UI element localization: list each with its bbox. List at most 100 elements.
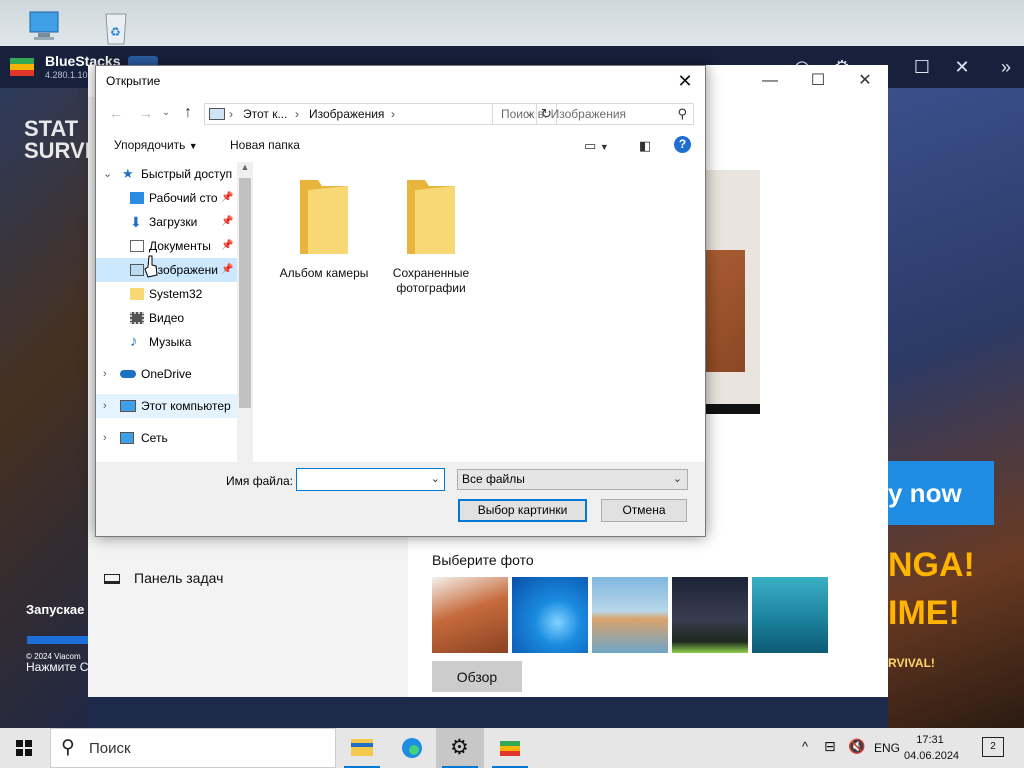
cloud-icon [120, 370, 136, 378]
collapse-chevron-icon[interactable]: › [103, 426, 107, 450]
play-now-button[interactable]: y now [880, 461, 994, 525]
pictures-icon [130, 264, 144, 276]
navigation-pane: ⌄ ★ Быстрый доступ Рабочий сто 📌 ⬇ Загру… [96, 162, 253, 462]
desktop: ♻ [0, 0, 1024, 46]
tree-item-music[interactable]: ♪ Музыка [96, 330, 237, 354]
network-icon[interactable]: ⊟ [824, 738, 836, 768]
open-file-dialog: Открытие ✕ ← → ⌄ ↑ › Этот к... › Изображ… [95, 65, 706, 537]
document-icon [130, 240, 144, 252]
search-box[interactable]: Поиск в: Изображения ⚲ [492, 103, 694, 125]
dialog-title: Открытие [106, 74, 161, 88]
computer-icon [120, 400, 136, 412]
pin-icon: 📌 [221, 240, 234, 251]
search-icon: ⚲ [61, 737, 75, 758]
tree-item-documents[interactable]: Документы 📌 [96, 234, 237, 258]
bluestacks-taskbar-icon[interactable] [486, 728, 534, 768]
ad-text-3: RVIVAL! [888, 656, 935, 670]
forward-arrow-icon[interactable]: → [136, 102, 156, 124]
network-icon [120, 432, 134, 444]
tree-item-network[interactable]: › Сеть [96, 426, 237, 450]
file-list: Альбом камеры Сохраненные фотографии [254, 162, 705, 462]
folder-camera-roll[interactable]: Альбом камеры [274, 178, 374, 281]
organize-button[interactable]: Упорядочить ▼ [114, 138, 198, 152]
photo-thumbnail-underwater[interactable] [752, 577, 828, 653]
svg-text:♻: ♻ [110, 25, 121, 39]
file-type-select[interactable]: Все файлы ⌄ [457, 469, 688, 490]
taskbar-search-box[interactable]: ⚲ Поиск [50, 728, 336, 768]
collapse-chevron-icon[interactable]: › [103, 394, 107, 418]
scrollbar-thumb[interactable] [239, 178, 251, 408]
dialog-footer: Имя файла: ⌄ Все файлы ⌄ Выбор картинки … [96, 462, 705, 536]
scroll-up-icon[interactable]: ▲ [237, 162, 253, 176]
folder-icon [403, 178, 459, 256]
tree-item-videos[interactable]: Видео [96, 306, 237, 330]
tree-item-system32[interactable]: System32 [96, 282, 237, 306]
preview-pane-icon[interactable]: ◧ [639, 138, 651, 154]
photo-thumbnail-beach[interactable] [592, 577, 668, 653]
cancel-button[interactable]: Отмена [601, 499, 687, 522]
star-icon: ★ [122, 166, 134, 181]
clock[interactable]: 17:31 04.06.2024 [904, 732, 959, 764]
history-chevron-icon[interactable]: ⌄ [156, 102, 176, 124]
expand-chevron-icon[interactable]: ⌄ [103, 162, 112, 186]
browse-button[interactable]: Обзор [432, 661, 522, 692]
breadcrumb-this-pc[interactable]: Этот к... [243, 107, 287, 121]
windows-taskbar: ⚲ Поиск ⚙ ^ ⊟ 🔇 ENG 17:31 04.06.2024 2 [0, 728, 1024, 768]
press-to-start-text: Нажмите С [26, 660, 89, 674]
photo-thumbnail-brick[interactable] [432, 577, 508, 653]
nav-item-taskbar[interactable]: Панель задач [104, 570, 223, 586]
folder-icon [296, 178, 352, 256]
tree-item-desktop[interactable]: Рабочий сто 📌 [96, 186, 237, 210]
settings-minimize-icon[interactable]: — [758, 71, 782, 91]
this-pc-desktop-icon[interactable] [24, 8, 64, 46]
filename-input[interactable]: ⌄ [296, 468, 445, 491]
language-indicator[interactable]: ENG [874, 741, 900, 768]
film-icon [130, 312, 144, 324]
settings-close-icon[interactable]: ✕ [853, 71, 877, 91]
pin-icon: 📌 [221, 264, 234, 275]
new-folder-button[interactable]: Новая папка [230, 138, 300, 152]
tree-item-quick-access[interactable]: ⌄ ★ Быстрый доступ [96, 162, 237, 186]
dialog-close-icon[interactable]: ✕ [671, 68, 699, 94]
photo-thumbnail-windows[interactable] [512, 577, 588, 653]
desktop-icon [130, 192, 144, 204]
filename-dropdown-icon[interactable]: ⌄ [431, 472, 440, 485]
dialog-toolbar: Упорядочить ▼ Новая папка ▭ ▼ ◧ ? [96, 130, 705, 160]
breadcrumb-pictures[interactable]: Изображения [309, 107, 384, 121]
folder-saved-pictures[interactable]: Сохраненные фотографии [381, 178, 481, 296]
tree-item-pictures[interactable]: Изображени 📌 [96, 258, 237, 282]
recycle-bin-desktop-icon[interactable]: ♻ [96, 8, 136, 46]
ad-text-2: IME! [888, 594, 960, 632]
back-arrow-icon[interactable]: ← [106, 102, 126, 124]
show-hidden-icons-icon[interactable]: ^ [802, 739, 808, 768]
game-artwork-left [0, 88, 90, 728]
collapse-chevron-icon[interactable]: › [103, 362, 107, 386]
settings-taskbar-icon[interactable]: ⚙ [436, 728, 484, 768]
help-icon[interactable]: ? [674, 136, 691, 153]
nav-pane-scrollbar[interactable]: ▲ [237, 162, 253, 462]
search-placeholder: Поиск в: Изображения [501, 107, 627, 121]
select-picture-button[interactable]: Выбор картинки [458, 499, 587, 522]
taskbar-icon [104, 574, 120, 585]
view-options-icon[interactable]: ▭ ▼ [584, 138, 609, 154]
maximize-icon[interactable]: ☐ [910, 56, 934, 78]
tree-item-onedrive[interactable]: › OneDrive [96, 362, 237, 386]
file-explorer-taskbar-icon[interactable] [338, 728, 386, 768]
photo-thumbnail-night[interactable] [672, 577, 748, 653]
hand-cursor-icon [144, 255, 158, 279]
bluestacks-version: 4.280.1.10 [45, 70, 88, 80]
edge-taskbar-icon[interactable] [388, 728, 436, 768]
loading-text: Запускае [26, 602, 85, 617]
start-button[interactable] [0, 728, 48, 768]
volume-muted-icon[interactable]: 🔇 [848, 738, 865, 768]
breadcrumb-separator-icon: › [295, 107, 299, 121]
computer-icon [209, 108, 225, 120]
settings-maximize-icon[interactable]: ☐ [806, 71, 830, 91]
close-icon[interactable]: ✕ [950, 56, 974, 78]
expand-icon[interactable]: » [994, 56, 1018, 78]
tree-item-this-pc[interactable]: › Этот компьютер [96, 394, 237, 418]
up-arrow-icon[interactable]: ↑ [178, 102, 198, 124]
tree-item-downloads[interactable]: ⬇ Загрузки 📌 [96, 210, 237, 234]
notification-center-icon[interactable]: 2 [982, 737, 1004, 757]
search-icon: ⚲ [677, 106, 687, 121]
